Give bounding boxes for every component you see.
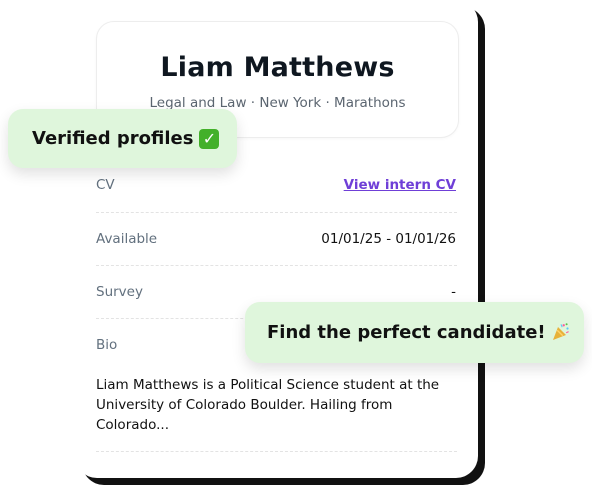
check-icon: ✓ — [199, 128, 220, 149]
find-candidate-text: Find the perfect candidate! — [267, 322, 546, 343]
view-cv-link[interactable]: View intern CV — [344, 177, 456, 193]
survey-value: - — [451, 284, 456, 300]
available-label: Available — [96, 231, 158, 247]
stage: Liam Matthews Legal and Law · New York ·… — [0, 0, 592, 488]
cv-label: CV — [96, 177, 115, 193]
available-value: 01/01/25 - 01/01/26 — [321, 231, 456, 247]
find-candidate-badge: Find the perfect candidate! — [245, 302, 584, 363]
bio-label: Bio — [96, 337, 118, 353]
profile-name: Liam Matthews — [160, 52, 395, 83]
divider — [96, 212, 457, 213]
party-popper-icon — [551, 322, 571, 342]
bio-text: Liam Matthews is a Political Science stu… — [96, 377, 440, 433]
divider — [96, 265, 457, 266]
verified-profiles-text: Verified profiles — [32, 128, 194, 149]
survey-label: Survey — [96, 284, 143, 300]
divider — [96, 451, 457, 452]
verified-profiles-badge: Verified profiles ✓ — [8, 109, 237, 168]
profile-card: Liam Matthews Legal and Law · New York ·… — [75, 0, 478, 478]
